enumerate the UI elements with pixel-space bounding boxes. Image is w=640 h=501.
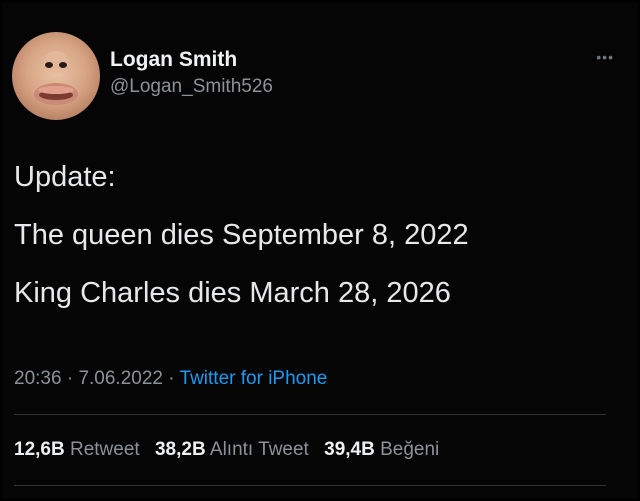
like-stat[interactable]: 39,4B Beğeni [324, 439, 439, 460]
retweet-count: 12,6B [14, 439, 65, 460]
tweet-card: Logan Smith @Logan_Smith526 ••• Update: … [2, 2, 638, 499]
like-count: 39,4B [324, 439, 375, 460]
avatar[interactable] [12, 32, 100, 120]
tweet-stats: 12,6B Retweet 38,2B Alıntı Tweet 39,4B B… [14, 438, 449, 462]
author-block: Logan Smith @Logan_Smith526 [110, 48, 273, 100]
meta-separator: · [168, 368, 175, 389]
quote-tweet-stat[interactable]: 38,2B Alıntı Tweet [155, 439, 314, 460]
divider [14, 485, 606, 486]
tweet-time[interactable]: 20:36 [14, 368, 62, 389]
tweet-source-link[interactable]: Twitter for iPhone [180, 368, 328, 389]
author-handle[interactable]: @Logan_Smith526 [110, 74, 273, 100]
tweet-line: The queen dies September 8, 2022 [14, 219, 469, 251]
tweet-meta: 20:36 · 7.06.2022 · Twitter for iPhone [14, 367, 327, 391]
avatar-face-icon [34, 51, 78, 105]
tweet-text: Update: The queen dies September 8, 2022… [14, 162, 614, 336]
retweet-stat[interactable]: 12,6B Retweet [14, 439, 145, 460]
quote-tweet-label: Alıntı Tweet [209, 439, 309, 460]
tweet-line: Update: [14, 161, 116, 193]
divider [14, 414, 606, 415]
author-display-name[interactable]: Logan Smith [110, 48, 273, 72]
tweet-header: Logan Smith @Logan_Smith526 ••• [12, 32, 622, 122]
quote-tweet-count: 38,2B [154, 439, 206, 460]
meta-separator: · [66, 368, 74, 389]
more-dots-icon[interactable]: ••• [596, 50, 614, 64]
tweet-date[interactable]: 7.06.2022 [78, 368, 163, 389]
tweet-line: King Charles dies March 28, 2026 [14, 277, 451, 309]
like-label: Beğeni [380, 439, 440, 460]
retweet-label: Retweet [69, 439, 140, 460]
